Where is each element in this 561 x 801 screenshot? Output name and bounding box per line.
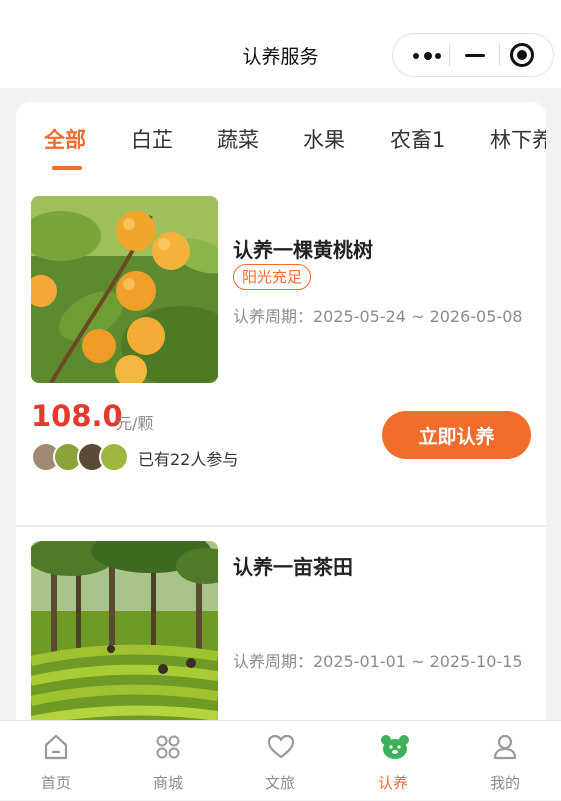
tabbar-item-mine[interactable]: 我的 [449,721,561,801]
tabbar-item-mall[interactable]: 商城 [112,721,224,801]
tabbar-label: 文旅 [264,774,295,792]
heart-icon [267,734,295,759]
user-icon [493,734,517,760]
grid-icon [156,735,180,759]
category-tabs: 全部 白芷 蔬菜 水果 农畜1 林下养 [16,102,546,182]
item-title: 认养一亩茶田 [233,555,353,579]
tabbar-label: 认养 [377,774,408,792]
tabbar-label: 我的 [489,774,520,792]
navigation-bar: 认养服务 [0,0,561,88]
participant-count: 已有22人参与 [138,450,239,469]
minimize-icon[interactable] [465,54,485,57]
bottom-tab-bar: 首页 商城 文旅 认养 我的 [0,720,561,800]
adoption-list-card: 全部 白芷 蔬菜 水果 农畜1 林下养 认养一棵黄桃树 阳光充足 认养周期：20… [16,102,546,742]
price: 108.0 [31,399,123,433]
tabbar-item-home[interactable]: 首页 [0,721,112,801]
tabbar-label: 商城 [152,774,183,792]
list-item[interactable]: 认养一棵黄桃树 阳光充足 认养周期：2025-05-24 ~ 2026-05-0… [16,196,546,508]
adoption-period: 认养周期：2025-05-24 ~ 2026-05-08 [233,307,523,326]
tab-all[interactable]: 全部 [44,124,86,154]
bear-icon [381,735,409,759]
active-tab-indicator [52,166,82,170]
tab-vegetables[interactable]: 蔬菜 [217,124,259,154]
more-icon[interactable] [413,34,449,76]
tabbar-item-travel[interactable]: 文旅 [224,721,336,801]
tea-field-image [31,541,218,726]
feature-tag: 阳光充足 [233,264,312,290]
avatar [99,442,129,472]
list-item[interactable]: 认养一亩茶田 认养周期：2025-01-01 ~ 2025-10-15 [16,525,546,742]
adoption-period: 认养周期：2025-01-01 ~ 2025-10-15 [233,652,523,671]
peach-tree-image [31,196,218,383]
tab-baizhi[interactable]: 白芷 [131,124,173,154]
tab-livestock[interactable]: 农畜1 [390,124,445,154]
tab-forest[interactable]: 林下养 [490,124,546,154]
item-title: 认养一棵黄桃树 [233,238,373,262]
participant-avatars [31,442,131,474]
tab-fruit[interactable]: 水果 [303,124,345,154]
price-unit: 元/颗 [116,414,154,433]
tabbar-item-adopt[interactable]: 认养 [337,721,449,801]
tabbar-label: 首页 [40,774,71,792]
close-target-icon[interactable] [510,43,534,67]
adopt-now-button[interactable]: 立即认养 [382,411,531,459]
home-icon [44,734,68,760]
mini-program-capsule [392,33,554,77]
